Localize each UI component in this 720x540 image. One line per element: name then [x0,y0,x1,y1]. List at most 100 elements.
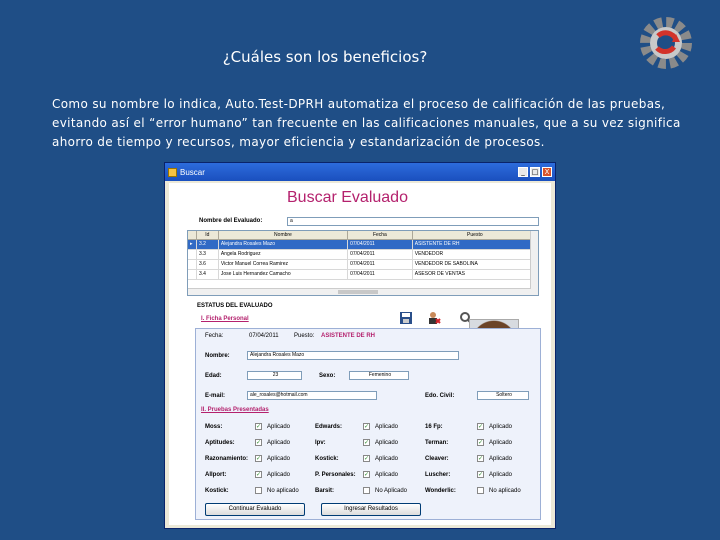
minimize-button[interactable]: _ [518,167,528,177]
test-status: Aplicado [267,424,291,430]
test-status: No Aplicado [375,488,408,494]
test-status: No aplicado [267,488,299,494]
tests-section-title: II. Pruebas Presentadas [201,407,269,413]
test-name: Luscher: [425,472,451,478]
test-checkbox[interactable]: ✓ [477,439,484,446]
sexo-field[interactable]: Femenino [349,371,409,380]
test-checkbox[interactable]: ✓ [363,471,370,478]
row-position: VENDEDOR DE SABOLINA [413,260,538,269]
test-checkbox[interactable]: ✓ [477,455,484,462]
test-status: Aplicado [267,472,291,478]
civil-field[interactable]: Soltero [477,391,529,400]
window-title: Buscar [180,167,205,177]
test-name: Ipv: [315,440,326,446]
test-checkbox[interactable]: ✓ [477,471,484,478]
grid-header: Id Nombre Fecha Puesto [188,231,538,240]
grid-vertical-scrollbar[interactable] [530,231,538,295]
email-field[interactable]: ale_rosales@hotmail.com [247,391,377,400]
test-name: Barsit: [315,488,335,494]
buscar-window: Buscar _ □ X Buscar Evaluado Nombre del … [164,162,556,529]
results-grid: Id Nombre Fecha Puesto ▸ 3.2 Alejandra R… [187,230,539,296]
personal-section-title: I. Ficha Personal [201,316,249,322]
test-checkbox[interactable]: ✓ [363,455,370,462]
puesto-label: Puesto: [294,333,315,339]
row-position: VENDEDOR [413,250,538,259]
row-date: 07/04/2011 [348,250,413,259]
window-titlebar[interactable]: Buscar _ □ X [165,163,555,181]
test-name: Aptitudes: [205,440,235,446]
test-status: Aplicado [375,456,399,462]
test-checkbox[interactable]: ✓ [477,423,484,430]
test-name: Kostick: [315,456,339,462]
test-checkbox[interactable]: ✓ [255,423,262,430]
civil-label: Edo. Civil: [425,393,455,399]
test-status: Aplicado [489,440,513,446]
test-status: Aplicado [267,456,291,462]
row-marker [188,260,197,269]
table-row[interactable]: 3.3 Angela Rodriguez 07/04/2011 VENDEDOR [188,250,538,260]
test-name: P. Personales: [315,472,356,478]
email-label: E-mail: [205,393,226,399]
maximize-button[interactable]: □ [530,167,540,177]
continue-evaluee-button[interactable]: Continuar Evaluado [205,503,305,516]
edad-field[interactable]: 23 [247,371,302,380]
close-button[interactable]: X [542,167,552,177]
status-label: ESTATUS DEL EVALUADO [197,303,273,309]
search-label: Nombre del Evaluado: [199,218,263,224]
test-checkbox[interactable]: ✓ [255,471,262,478]
sexo-label: Sexo: [319,373,336,379]
table-row[interactable]: 3.6 Victor Manuel Correa Ramirez 07/04/2… [188,260,538,270]
test-checkbox[interactable]: ✓ [363,439,370,446]
row-id: 3.2 [197,240,219,249]
table-row[interactable]: ▸ 3.2 Alejandra Rosales Mazo 07/04/2011 … [188,240,538,250]
row-marker [188,270,197,279]
row-date: 07/04/2011 [348,270,413,279]
row-marker: ▸ [188,240,197,249]
row-name: Victor Manuel Correa Ramirez [219,260,349,269]
nombre-label: Nombre: [205,353,230,359]
test-checkbox[interactable] [255,487,262,494]
row-date: 07/04/2011 [348,240,413,249]
test-name: Cleaver: [425,456,449,462]
row-date: 07/04/2011 [348,260,413,269]
test-checkbox[interactable] [477,487,484,494]
grid-horizontal-scrollbar[interactable] [188,288,531,295]
test-name: Moss: [205,424,223,430]
test-checkbox[interactable] [363,487,370,494]
table-row[interactable]: 3.4 Jose Luis Hernandez Camacho 07/04/20… [188,270,538,280]
grid-header-name[interactable]: Nombre [219,231,349,239]
grid-header-date[interactable]: Fecha [348,231,413,239]
fecha-label: Fecha: [205,333,224,339]
row-id: 3.6 [197,260,219,269]
test-checkbox[interactable]: ✓ [255,455,262,462]
enter-results-button[interactable]: Ingresar Resultados [321,503,421,516]
row-name: Alejandra Rosales Mazo [219,240,349,249]
grid-header-id[interactable]: Id [197,231,219,239]
grid-header-marker [188,231,197,239]
save-icon[interactable] [399,311,413,325]
test-checkbox[interactable]: ✓ [363,423,370,430]
nombre-field[interactable]: Alejandra Rosales Mazo [247,351,459,360]
test-checkbox[interactable]: ✓ [255,439,262,446]
grid-header-position[interactable]: Puesto [413,231,538,239]
test-name: Edwards: [315,424,343,430]
test-status: Aplicado [489,472,513,478]
gear-logo-icon [640,17,692,69]
test-status: Aplicado [375,472,399,478]
row-name: Jose Luis Hernandez Camacho [219,270,349,279]
user-delete-icon[interactable] [427,311,441,325]
test-name: 16 Fp: [425,424,443,430]
edad-label: Edad: [205,373,222,379]
slide-paragraph: Como su nombre lo indica, Auto.Test-DPRH… [52,97,681,149]
test-name: Wonderlic: [425,488,456,494]
window-app-icon [168,167,177,177]
row-id: 3.3 [197,250,219,259]
test-status: No aplicado [489,488,521,494]
search-input[interactable]: a [287,217,539,226]
test-status: Aplicado [375,424,399,430]
slide-title: ¿Cuáles son los beneficios? [222,48,428,66]
test-status: Aplicado [375,440,399,446]
fecha-value: 07/04/2011 [249,333,279,339]
row-name: Angela Rodriguez [219,250,349,259]
row-marker [188,250,197,259]
